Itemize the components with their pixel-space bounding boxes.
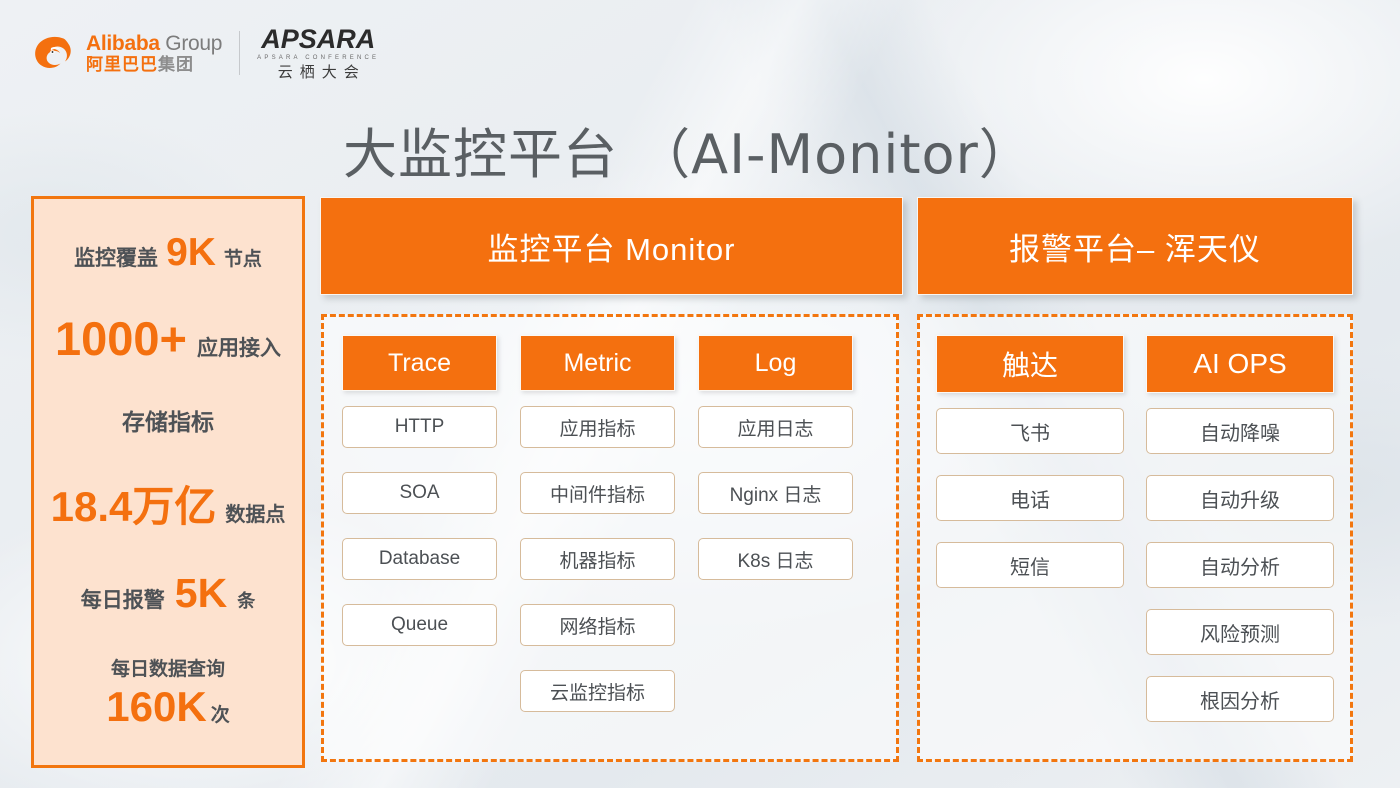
alibaba-cn-text: 阿里巴巴集团 xyxy=(86,56,222,73)
apsara-conference-logo: APSARA APSARA CONFERENCE 云栖大会 xyxy=(257,24,380,81)
list-item[interactable]: 中间件指标 xyxy=(520,472,675,514)
stat-row-apps: 1000+ 应用接入 xyxy=(40,311,296,366)
stat-label: 每日数据查询 xyxy=(110,658,225,680)
alibaba-cn-main: 阿里巴巴 xyxy=(86,55,158,74)
platform-header-monitor[interactable]: 监控平台 Monitor xyxy=(320,197,903,295)
alibaba-group-logo: Alibaba Group 阿里巴巴集团 xyxy=(33,33,222,73)
list-item[interactable]: 云监控指标 xyxy=(520,670,675,712)
stat-label: 监控覆盖 xyxy=(74,247,159,271)
apsara-cn-text: 云栖大会 xyxy=(277,64,366,81)
stat-value: 1000+ xyxy=(54,312,187,366)
page-title: 大监控平台 （AI-Monitor） xyxy=(343,123,1034,186)
stat-label: 每日报警 xyxy=(80,589,165,613)
list-item[interactable]: K8s 日志 xyxy=(698,538,853,580)
list-item[interactable]: 风险预测 xyxy=(1146,609,1334,655)
alibaba-en-text: Alibaba Group xyxy=(86,33,222,54)
stat-suffix: 节点 xyxy=(223,249,262,271)
stat-row-daily-alerts: 每日报警 5K 条 xyxy=(40,570,296,617)
stat-row-daily-queries: 每日数据查询 160K 次 xyxy=(40,654,296,731)
list-item[interactable]: 网络指标 xyxy=(520,604,675,646)
alibaba-cn-sub: 集团 xyxy=(158,55,194,74)
list-item[interactable]: 飞书 xyxy=(936,408,1124,454)
list-item[interactable]: 根因分析 xyxy=(1146,676,1334,722)
alibaba-en-sub: Group xyxy=(165,32,223,55)
list-item[interactable]: Queue xyxy=(342,604,497,646)
stat-suffix: 数据点 xyxy=(225,504,286,527)
apsara-en-subtext: APSARA CONFERENCE xyxy=(257,55,380,61)
stat-value: 9K xyxy=(166,231,216,275)
list-item[interactable]: 机器指标 xyxy=(520,538,675,580)
platform-header-label: 监控平台 Monitor xyxy=(487,231,736,267)
stat-row-coverage: 监控覆盖 9K 节点 xyxy=(40,231,296,275)
list-item[interactable]: Nginx 日志 xyxy=(698,472,853,514)
list-item[interactable]: 电话 xyxy=(936,475,1124,521)
column-header[interactable]: Trace xyxy=(342,335,497,391)
stat-suffix: 应用接入 xyxy=(197,337,281,361)
column-header[interactable]: Metric xyxy=(520,335,675,391)
list-item[interactable]: 应用指标 xyxy=(520,406,675,448)
column-header[interactable]: Log xyxy=(698,335,853,391)
stat-value: 160K xyxy=(106,682,207,730)
alibaba-en-main: Alibaba xyxy=(86,32,160,55)
logo-divider xyxy=(239,31,241,75)
stat-row-datapoints: 18.4万亿 数据点 xyxy=(40,473,296,534)
list-item[interactable]: 自动降噪 xyxy=(1146,408,1334,454)
platform-header-label: 报警平台– 浑天仪 xyxy=(1009,231,1261,267)
list-item[interactable]: Database xyxy=(342,538,497,580)
column-header[interactable]: 触达 xyxy=(936,335,1124,393)
column-log: Log 应用日志 Nginx 日志 K8s 日志 xyxy=(698,335,853,749)
stat-row-storage-heading: 存储指标 xyxy=(40,403,296,437)
column-ai-ops: AI OPS 自动降噪 自动升级 自动分析 风险预测 根因分析 xyxy=(1146,335,1334,749)
stats-panel: 监控覆盖 9K 节点 1000+ 应用接入 存储指标 18.4万亿 数据点 每日… xyxy=(31,196,305,768)
list-item[interactable]: HTTP xyxy=(342,406,497,448)
monitor-group-box: Trace HTTP SOA Database Queue Metric 应用指… xyxy=(321,314,899,762)
stat-value: 5K xyxy=(174,570,228,617)
list-item[interactable]: 应用日志 xyxy=(698,406,853,448)
column-trace: Trace HTTP SOA Database Queue xyxy=(342,335,497,749)
list-item[interactable]: SOA xyxy=(342,472,497,514)
stat-suffix: 次 xyxy=(210,704,230,726)
column-header[interactable]: AI OPS xyxy=(1146,335,1334,393)
alert-group-box: 触达 飞书 电话 短信 AI OPS 自动降噪 自动升级 自动分析 风险预测 根… xyxy=(917,314,1353,762)
stat-value: 18.4万亿 xyxy=(50,483,217,531)
stat-suffix: 条 xyxy=(237,591,256,612)
column-metric: Metric 应用指标 中间件指标 机器指标 网络指标 云监控指标 xyxy=(520,335,675,749)
platform-header-alert[interactable]: 报警平台– 浑天仪 xyxy=(917,197,1353,295)
list-item[interactable]: 短信 xyxy=(936,542,1124,588)
list-item[interactable]: 自动分析 xyxy=(1146,542,1334,588)
alibaba-wordmark: Alibaba Group 阿里巴巴集团 xyxy=(86,33,222,73)
column-reach: 触达 飞书 电话 短信 xyxy=(936,335,1124,749)
list-item[interactable]: 自动升级 xyxy=(1146,475,1334,521)
apsara-en-text: APSARA xyxy=(261,24,376,54)
alibaba-smile-icon xyxy=(35,36,71,68)
stat-label: 存储指标 xyxy=(122,408,214,435)
logo-bar: Alibaba Group 阿里巴巴集团 APSARA APSARA CONFE… xyxy=(33,26,379,80)
